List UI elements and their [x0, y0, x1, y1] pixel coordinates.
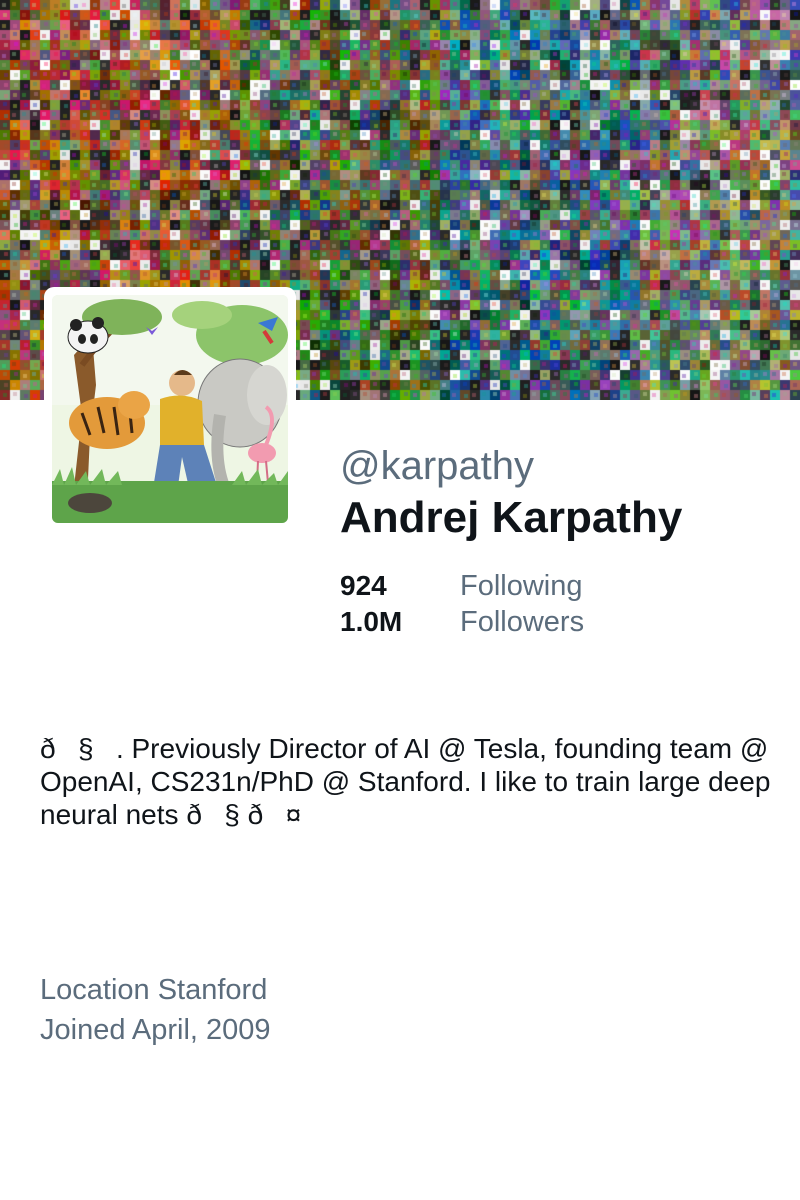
profile-joined-date: Joined April, 2009	[40, 1014, 271, 1046]
followers-stat[interactable]: 1.0M Followers	[340, 606, 584, 642]
profile-bio: ð§‍. Previously Director of AI @ Tesla…	[40, 733, 771, 830]
profile-handle: @karpathy	[340, 444, 535, 488]
following-stat[interactable]: 924 Following	[340, 570, 584, 606]
profile-location: Location Stanford	[40, 974, 268, 1006]
profile-meta: Location Stanford Joined April, 2009	[40, 970, 271, 1050]
avatar[interactable]	[44, 287, 296, 531]
followers-count: 1.0M	[340, 606, 403, 637]
avatar-image	[52, 295, 288, 523]
profile-stats: 924 Following 1.0M Followers	[340, 570, 584, 642]
profile-display-name: Andrej Karpathy	[340, 493, 683, 542]
followers-label: Followers	[460, 606, 585, 638]
following-count: 924	[340, 570, 387, 601]
following-label: Following	[460, 570, 583, 602]
profile-page: @karpathy Andrej Karpathy 924 Following …	[0, 0, 800, 1200]
